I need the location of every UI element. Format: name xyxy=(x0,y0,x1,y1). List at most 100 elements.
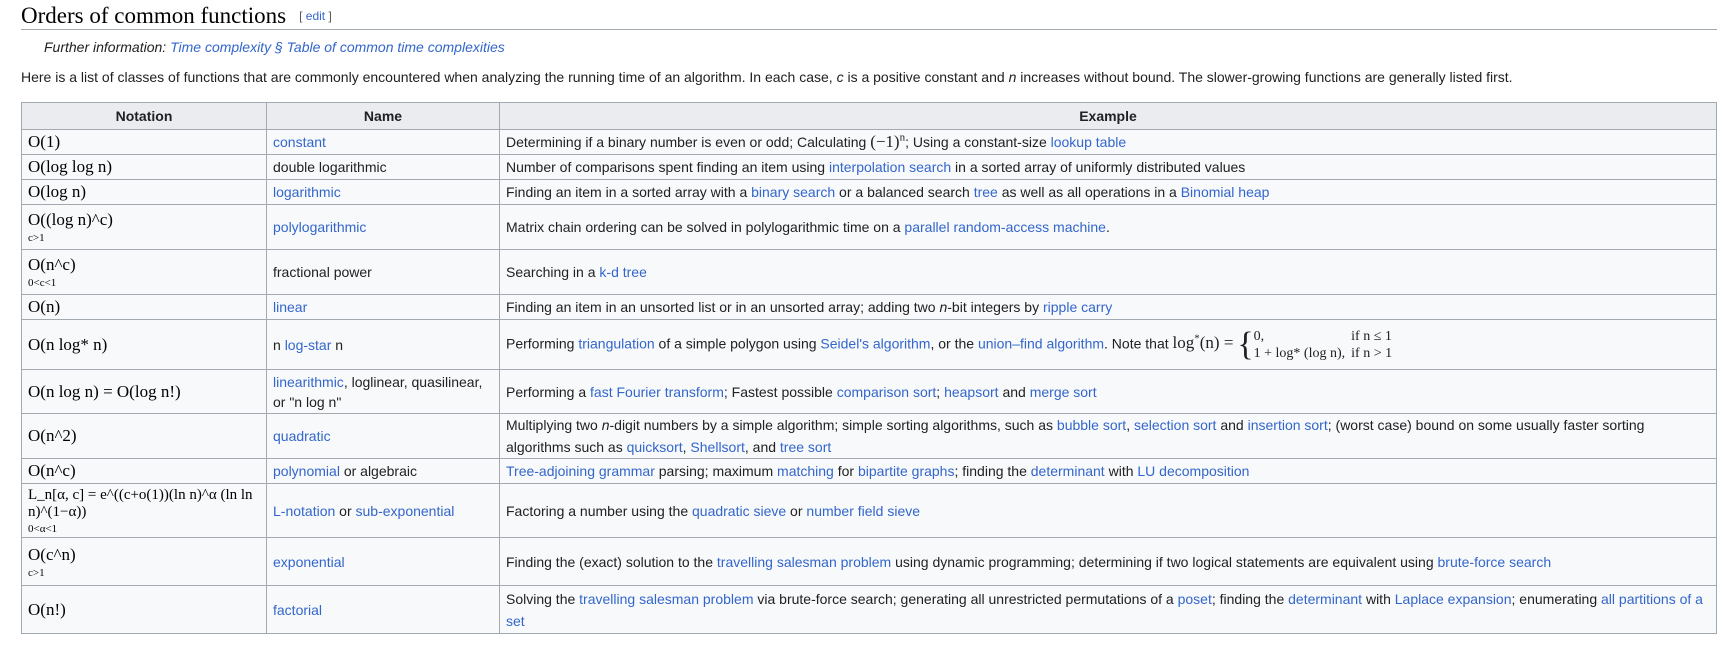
example-link[interactable]: selection sort xyxy=(1134,417,1216,433)
hatnote: Further information: Time complexity § T… xyxy=(44,38,1717,58)
notation-condition: 0<α<1 xyxy=(28,522,58,535)
example-cell: Solving the travelling salesman problem … xyxy=(499,585,1717,634)
example-link[interactable]: Tree-adjoining grammar xyxy=(506,463,655,479)
example-text: ; Using a constant-size xyxy=(905,134,1051,150)
notation-cell: O((log n)^c) c>1 xyxy=(21,204,267,250)
notation-cell: O(n log* n) xyxy=(21,319,267,370)
case-value: 0, xyxy=(1253,328,1265,344)
name-link[interactable]: quadratic xyxy=(273,428,331,444)
table-row: O(1) constant Determining if a binary nu… xyxy=(21,129,1717,155)
example-link[interactable]: travelling salesman problem xyxy=(717,554,891,570)
example-link[interactable]: comparison sort xyxy=(837,384,937,400)
notation-cell: O(c^n) c>1 xyxy=(21,537,267,586)
name-link[interactable]: linearithmic xyxy=(273,374,344,390)
example-cell: Performing triangulation of a simple pol… xyxy=(499,319,1717,370)
example-cell: Factoring a number using the quadratic s… xyxy=(499,483,1717,538)
example-link[interactable]: matching xyxy=(777,463,834,479)
example-text: ; determining if two logical statements … xyxy=(1070,553,1438,570)
notation-cell: O(log n) xyxy=(21,179,267,205)
notation-formula: O(n log n) = O(log n!) xyxy=(28,381,181,401)
example-link[interactable]: poset xyxy=(1178,591,1212,607)
example-text: Matrix chain ordering can be solved in p… xyxy=(506,219,905,235)
notation-formula: O((log n)^c) xyxy=(28,210,113,229)
example-link[interactable]: determinant xyxy=(1288,591,1362,607)
notation-cell: O(log log n) xyxy=(21,154,267,180)
name-link[interactable]: factorial xyxy=(273,602,322,618)
header-name[interactable]: Name xyxy=(266,102,500,130)
example-text: Multiplying two xyxy=(506,417,602,433)
name-cell: constant xyxy=(266,129,500,155)
example-link[interactable]: number field sieve xyxy=(806,503,920,519)
case-condition: if n ≤ 1 xyxy=(1351,328,1392,344)
example-link[interactable]: merge sort xyxy=(1030,384,1097,400)
example-link[interactable]: bipartite graphs xyxy=(858,463,955,479)
example-text: of a simple polygon using xyxy=(654,335,821,352)
example-link[interactable]: Seidel's algorithm xyxy=(820,335,930,351)
example-text: using xyxy=(891,553,933,570)
orders-table: Notation Name Example O(1) constant Dete… xyxy=(21,102,1717,634)
name-link[interactable]: constant xyxy=(273,134,326,150)
example-text: Solving the xyxy=(506,590,580,607)
notation-formula: O(n^c) xyxy=(28,255,76,274)
example-text: ; enumerating xyxy=(1511,590,1602,607)
name-cell: polynomial or algebraic xyxy=(266,458,500,484)
example-link[interactable]: quicksort xyxy=(627,439,683,455)
brace-icon: { xyxy=(1237,325,1254,363)
edit-link[interactable]: edit xyxy=(306,9,325,23)
example-link[interactable]: fast Fourier transform xyxy=(590,384,724,400)
example-link[interactable]: lookup table xyxy=(1051,134,1127,150)
name-link-2[interactable]: sub-exponential xyxy=(356,503,455,519)
example-text: Finding an item in an unsorted list or i… xyxy=(506,299,940,315)
example-link[interactable]: interpolation search xyxy=(829,159,951,175)
notation-condition: c>1 xyxy=(28,566,45,579)
case-condition: if n > 1 xyxy=(1351,345,1393,361)
table-row: L_n[α, c] = e^((c+o(1))(ln n)^α (ln ln n… xyxy=(21,483,1717,538)
hatnote-link[interactable]: Time complexity § Table of common time c… xyxy=(170,39,505,55)
example-text: ; xyxy=(936,383,945,400)
example-link[interactable]: determinant xyxy=(1031,463,1105,479)
example-cell: Matrix chain ordering can be solved in p… xyxy=(499,204,1717,250)
case-value: 1 + log* (log n), xyxy=(1253,345,1346,361)
example-cell: Tree-adjoining grammar parsing; maximum … xyxy=(499,458,1717,484)
example-link[interactable]: LU decomposition xyxy=(1137,463,1249,479)
example-link[interactable]: tree sort xyxy=(780,439,831,455)
example-link[interactable]: travelling salesman problem xyxy=(579,591,753,607)
name-cell: fractional power xyxy=(266,249,500,295)
name-link[interactable]: L-notation xyxy=(273,503,335,519)
name-link[interactable]: exponential xyxy=(273,554,345,570)
header-example[interactable]: Example xyxy=(499,102,1717,130)
name-link[interactable]: linear xyxy=(273,299,307,315)
example-link[interactable]: heapsort xyxy=(944,384,998,400)
example-link[interactable]: dynamic programming xyxy=(932,554,1071,570)
example-link[interactable]: binary search xyxy=(751,184,835,200)
example-link[interactable]: union–find algorithm xyxy=(978,335,1104,351)
example-link[interactable]: brute-force search xyxy=(1438,554,1552,570)
example-link[interactable]: ripple carry xyxy=(1043,299,1112,315)
example-link[interactable]: Binomial heap xyxy=(1181,184,1270,200)
example-link[interactable]: Laplace expansion xyxy=(1395,591,1512,607)
name-link[interactable]: log-star xyxy=(285,337,332,353)
example-link[interactable]: insertion sort xyxy=(1248,417,1328,433)
intro-text-3: increases without bound. The slower-grow… xyxy=(1016,69,1513,85)
example-link[interactable]: triangulation xyxy=(578,335,654,351)
section-title: Orders of common functions xyxy=(21,3,287,28)
example-link[interactable]: parallel random-access machine xyxy=(904,219,1106,235)
name-cell: factorial xyxy=(266,585,500,634)
example-text: . Note that xyxy=(1104,335,1173,352)
name-link[interactable]: logarithmic xyxy=(273,184,341,200)
example-text: for xyxy=(833,463,858,479)
example-cell: Number of comparisons spent finding an i… xyxy=(499,154,1717,180)
table-header-row: Notation Name Example xyxy=(21,102,1717,130)
example-link[interactable]: tree xyxy=(974,184,998,200)
example-link[interactable]: k-d tree xyxy=(599,264,646,280)
example-cell: Searching in a k-d tree xyxy=(499,249,1717,295)
header-notation[interactable]: Notation xyxy=(21,102,267,130)
notation-formula: O(n^2) xyxy=(28,426,77,445)
hatnote-prefix: Further information: xyxy=(44,39,171,55)
example-link[interactable]: bubble sort xyxy=(1057,417,1126,433)
example-link[interactable]: quadratic sieve xyxy=(692,503,786,519)
name-link[interactable]: polylogarithmic xyxy=(273,219,366,235)
name-cell: linear xyxy=(266,294,500,320)
example-link[interactable]: Shellsort xyxy=(690,439,744,455)
name-link[interactable]: polynomial xyxy=(273,463,340,479)
